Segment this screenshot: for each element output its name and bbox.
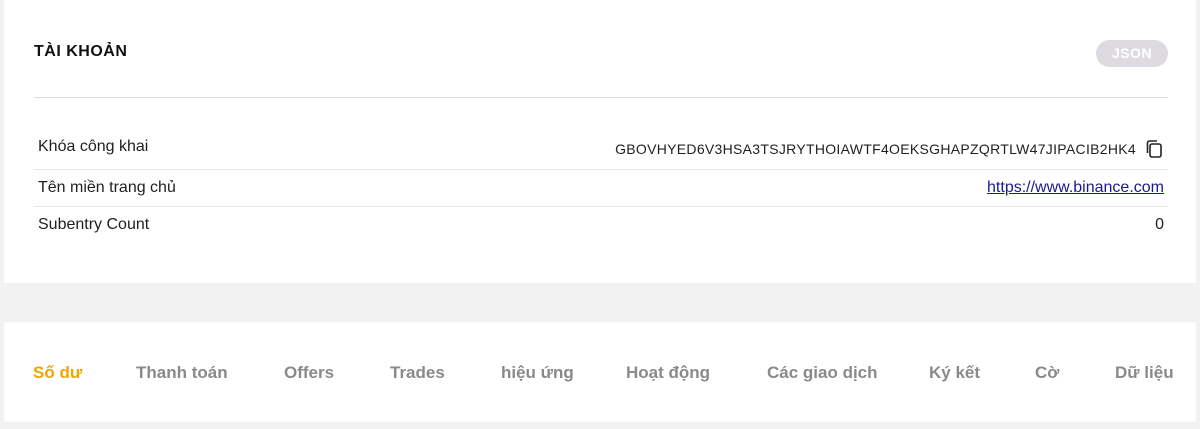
account-card: TÀI KHOẢN JSON Khóa công khai GBOVHYED6V… bbox=[4, 0, 1196, 283]
subentry-count-value: 0 bbox=[1155, 216, 1164, 233]
tab-trades[interactable]: Trades bbox=[390, 363, 445, 383]
homepage-domain-link[interactable]: https://www.binance.com bbox=[987, 179, 1164, 197]
tab-operations[interactable]: Hoạt động bbox=[626, 363, 710, 383]
homepage-domain-row: Tên miền trang chủ https://www.binance.c… bbox=[34, 170, 1168, 207]
tab-data[interactable]: Dữ liệu bbox=[1115, 363, 1174, 383]
public-key-label: Khóa công khai bbox=[38, 138, 149, 155]
divider bbox=[34, 97, 1168, 98]
subentry-count-label: Subentry Count bbox=[38, 216, 150, 233]
subentry-count-row: Subentry Count 0 bbox=[34, 207, 1168, 243]
json-button[interactable]: JSON bbox=[1096, 40, 1168, 67]
tab-transactions[interactable]: Các giao dịch bbox=[767, 363, 878, 383]
tab-effects[interactable]: hiệu ứng bbox=[501, 363, 574, 383]
tab-balances[interactable]: Số dư bbox=[33, 363, 82, 383]
homepage-domain-label: Tên miền trang chủ bbox=[38, 179, 176, 196]
tabs-bar: Số dư Thanh toán Offers Trades hiệu ứng … bbox=[4, 322, 1196, 422]
public-key-value-wrap: GBOVHYED6V3HSA3TSJRYTHOIAWTF4OEKSGHAPZQR… bbox=[615, 139, 1164, 159]
tab-payments[interactable]: Thanh toán bbox=[136, 363, 228, 383]
public-key-row: Khóa công khai GBOVHYED6V3HSA3TSJRYTHOIA… bbox=[34, 129, 1168, 170]
public-key-value: GBOVHYED6V3HSA3TSJRYTHOIAWTF4OEKSGHAPZQR… bbox=[615, 141, 1136, 157]
tab-signers[interactable]: Ký kết bbox=[929, 363, 980, 383]
tab-offers[interactable]: Offers bbox=[284, 363, 334, 383]
copy-icon[interactable] bbox=[1144, 139, 1164, 159]
account-title: TÀI KHOẢN bbox=[34, 43, 128, 60]
tab-flags[interactable]: Cờ bbox=[1035, 363, 1059, 383]
